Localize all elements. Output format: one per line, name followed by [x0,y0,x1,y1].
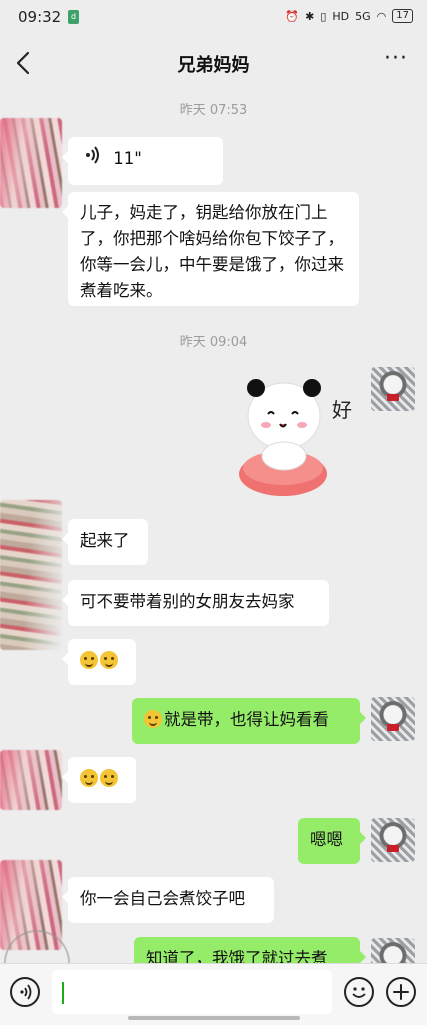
nav-bar: 兄弟妈妈 ··· [0,36,427,90]
battery-indicator: 17 [392,9,413,23]
app-notification-icon: d [68,10,79,24]
voice-icon [20,984,32,1000]
alarm-icon: ⏰ [285,9,300,23]
wifi-icon: ◠ [376,9,387,23]
voice-duration: 11" [113,149,142,168]
emoji-message-bubble[interactable] [62,639,136,685]
hd-icon: HD [332,9,350,23]
emoji-icon [352,987,366,998]
contact-avatar[interactable] [0,500,62,650]
message-text: 儿子，妈走了，钥匙给你放在门上了，你把那个啥妈给你包下饺子了，你等一会儿，中午要… [80,203,344,300]
back-button[interactable] [10,48,40,78]
message-bubble[interactable]: 你一会自己会煮饺子吧 [62,877,274,923]
laugh-cry-emoji-icon [144,710,162,728]
panda-sticker[interactable]: 好 [236,372,360,500]
emoji-message-bubble[interactable] [62,757,136,803]
emoji-button[interactable] [344,977,374,1007]
timestamp: 昨天 09:04 [179,335,248,350]
message-text: 起来了 [80,531,130,550]
chat-title: 兄弟妈妈 [177,55,250,76]
my-avatar[interactable] [371,818,415,862]
status-time: 09:32 [18,8,62,26]
sticker-text: 好 [332,398,352,422]
status-bar: 09:32 d ⏰ ✱ ▯ HD 5G ◠ 17 [0,0,427,36]
message-text: 可不要带着别的女朋友去妈家 [80,592,295,611]
network-label: 5G [355,9,371,23]
message-input[interactable] [52,970,332,1014]
contact-avatar[interactable] [0,750,62,810]
message-bubble[interactable]: 可不要带着别的女朋友去妈家 [62,580,329,626]
voice-wave-icon [86,146,100,172]
sent-message-bubble[interactable]: 嗯嗯 [298,818,366,864]
grin-emoji-icon [80,651,98,669]
message-text: 嗯嗯 [310,830,343,849]
my-avatar[interactable] [371,367,415,411]
more-dots-icon: ··· [384,46,408,71]
plus-icon [393,984,409,1000]
contact-avatar[interactable] [0,118,62,208]
message-bubble[interactable]: 儿子，妈走了，钥匙给你放在门上了，你把那个啥妈给你包下饺子了，你等一会儿，中午要… [62,192,359,306]
voice-message-bubble[interactable]: 11" [62,137,223,185]
message-text: 就是带，也得让妈看看 [164,710,329,729]
my-avatar[interactable] [371,697,415,741]
voice-input-button[interactable] [10,977,40,1007]
status-indicators: ⏰ ✱ ▯ HD 5G ◠ 17 [285,9,413,23]
vibrate-icon: ▯ [320,9,327,23]
sent-message-bubble[interactable]: 就是带，也得让妈看看 [132,698,366,744]
message-text: 你一会自己会煮饺子吧 [80,889,245,908]
more-button[interactable]: ··· [381,48,411,78]
chevron-left-icon [16,51,30,75]
more-functions-button[interactable] [386,977,416,1007]
timestamp: 昨天 07:53 [179,103,248,118]
smile-emoji-icon [100,769,118,787]
text-cursor [62,982,64,1004]
bluetooth-icon: ✱ [305,9,315,23]
message-bubble[interactable]: 起来了 [62,519,148,565]
smile-emoji-icon [80,769,98,787]
grin-emoji-icon [100,651,118,669]
home-indicator[interactable] [128,1016,300,1020]
